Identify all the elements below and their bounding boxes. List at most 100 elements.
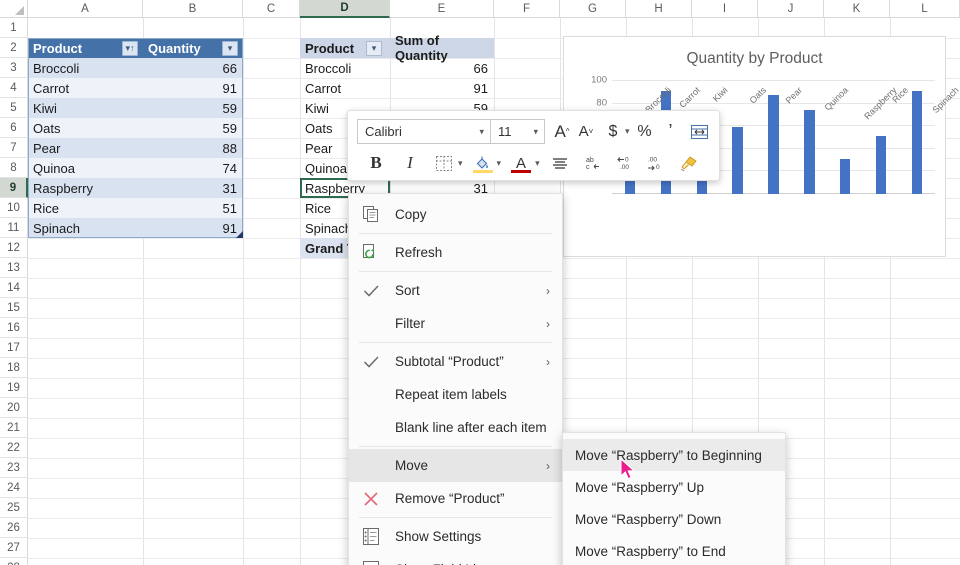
row-header-9[interactable]: 9	[0, 178, 28, 198]
menu-item-blank-line-after-each-item[interactable]: Blank line after each item	[349, 411, 562, 444]
row-header-28[interactable]: 28	[0, 558, 28, 565]
font-color-button[interactable]: A	[508, 150, 534, 176]
pivot-context-menu[interactable]: Copy Refresh Sort › Filter › Subtotal “Product…	[348, 193, 563, 565]
pivot-cell-product[interactable]: Broccoli	[300, 58, 390, 78]
column-header-c[interactable]: C	[243, 0, 300, 18]
svg-text:c: c	[586, 164, 590, 171]
menu-item-subtotal-product[interactable]: Subtotal “Product” ›	[349, 345, 562, 378]
increase-decimal-button[interactable]: .00 0	[644, 150, 670, 176]
menu-item-refresh[interactable]: Refresh	[349, 236, 562, 269]
comma-style-button[interactable]: ’	[660, 119, 682, 145]
fill-handle[interactable]	[236, 231, 243, 238]
row-header-24[interactable]: 24	[0, 478, 28, 498]
chart-bar[interactable]	[768, 94, 779, 194]
row-header-25[interactable]: 25	[0, 498, 28, 518]
pivot-cell-sum[interactable]: 91	[390, 78, 494, 98]
italic-button[interactable]: I	[399, 150, 421, 176]
move-submenu[interactable]: Move “Raspberry” to Beginning Move “Raspb…	[562, 432, 786, 565]
row-header-15[interactable]: 15	[0, 298, 28, 318]
row-header-4[interactable]: 4	[0, 78, 28, 98]
row-header-20[interactable]: 20	[0, 398, 28, 418]
row-header-14[interactable]: 14	[0, 278, 28, 298]
column-header-f[interactable]: F	[494, 0, 560, 18]
row-header-23[interactable]: 23	[0, 458, 28, 478]
row-header-18[interactable]: 18	[0, 358, 28, 378]
grow-font-button[interactable]: A ^	[551, 119, 573, 145]
chevron-down-icon[interactable]: ▾	[458, 150, 463, 176]
font-name-combobox[interactable]: Calibri ▾	[357, 119, 491, 144]
menu-item-copy[interactable]: Copy	[349, 198, 562, 231]
submenu-item-3[interactable]: Move “Raspberry” Down	[563, 503, 785, 535]
row-header-19[interactable]: 19	[0, 378, 28, 398]
menu-item-remove-product[interactable]: Remove “Product”	[349, 482, 562, 515]
row-header-16[interactable]: 16	[0, 318, 28, 338]
pivot-filter-button[interactable]: ▾	[366, 41, 382, 56]
chevron-down-icon[interactable]: ▾	[535, 150, 540, 176]
fill-color-button[interactable]	[470, 150, 496, 176]
settings-panel-icon	[361, 527, 381, 547]
row-header-5[interactable]: 5	[0, 98, 28, 118]
row-header-13[interactable]: 13	[0, 258, 28, 278]
column-header-e[interactable]: E	[390, 0, 494, 18]
decrease-decimal-button[interactable]: 0 .00	[614, 150, 640, 176]
bold-button[interactable]: B	[365, 150, 387, 176]
row-header-2[interactable]: 2	[0, 38, 28, 58]
font-size-combobox[interactable]: 11 ▾	[491, 119, 545, 144]
row-header-27[interactable]: 27	[0, 538, 28, 558]
format-painter-button[interactable]	[676, 150, 702, 176]
column-header-a[interactable]: A	[28, 0, 143, 18]
borders-button[interactable]	[431, 150, 457, 176]
row-header-7[interactable]: 7	[0, 138, 28, 158]
row-header-17[interactable]: 17	[0, 338, 28, 358]
column-header-i[interactable]: I	[692, 0, 758, 18]
submenu-item-1[interactable]: Move “Raspberry” to Beginning	[563, 439, 785, 471]
align-button[interactable]	[547, 150, 573, 176]
row-header-1[interactable]: 1	[0, 18, 28, 38]
column-header-g[interactable]: G	[560, 0, 626, 18]
row-header-10[interactable]: 10	[0, 198, 28, 218]
chevron-right-icon: ›	[546, 354, 550, 369]
mini-toolbar[interactable]: Calibri ▾ 11 ▾ A ^ A ˅ $ ▾ % ’ B I ▾ ▾ A…	[347, 110, 720, 181]
column-header-l[interactable]: L	[890, 0, 960, 18]
column-header-h[interactable]: H	[626, 0, 692, 18]
row-header-22[interactable]: 22	[0, 438, 28, 458]
accounting-format-button[interactable]: $	[602, 119, 624, 145]
select-all-corner[interactable]	[0, 0, 28, 18]
chart-bar[interactable]	[804, 110, 815, 194]
percent-style-button[interactable]: %	[634, 119, 656, 145]
wrap-text-button[interactable]: ab c	[581, 150, 607, 176]
column-header-d[interactable]: D	[300, 0, 390, 18]
pivot-cell-product[interactable]: Carrot	[300, 78, 390, 98]
row-header-3[interactable]: 3	[0, 58, 28, 78]
menu-item-move[interactable]: Move ›	[349, 449, 562, 482]
format-cells-button[interactable]	[687, 119, 713, 145]
row-header-12[interactable]: 12	[0, 238, 28, 258]
none	[361, 456, 381, 476]
column-header-j[interactable]: J	[758, 0, 824, 18]
chart-bar[interactable]	[732, 127, 743, 194]
menu-item-sort[interactable]: Sort ›	[349, 274, 562, 307]
submenu-item-2[interactable]: Move “Raspberry” Up	[563, 471, 785, 503]
chevron-down-icon[interactable]: ▾	[497, 150, 502, 176]
shrink-font-button[interactable]: A ˅	[575, 119, 597, 145]
menu-item-show-field-list[interactable]: Show Field List	[349, 553, 562, 565]
row-header-8[interactable]: 8	[0, 158, 28, 178]
pivot-cell-sum[interactable]: 66	[390, 58, 494, 78]
chart-bar[interactable]	[840, 158, 851, 194]
chart-bar[interactable]	[911, 91, 923, 194]
fill-color-swatch	[472, 170, 493, 173]
column-header-k[interactable]: K	[824, 0, 890, 18]
menu-item-show-settings[interactable]: Show Settings	[349, 520, 562, 553]
menu-item-repeat-item-labels[interactable]: Repeat item labels	[349, 378, 562, 411]
column-header-b[interactable]: B	[143, 0, 243, 18]
chevron-right-icon: ›	[546, 458, 550, 473]
row-header-11[interactable]: 11	[0, 218, 28, 238]
menu-item-filter[interactable]: Filter ›	[349, 307, 562, 340]
chevron-down-icon[interactable]: ▾	[625, 119, 630, 145]
row-header-6[interactable]: 6	[0, 118, 28, 138]
submenu-item-4[interactable]: Move “Raspberry” to End	[563, 535, 785, 565]
chevron-right-icon: ›	[546, 283, 550, 298]
row-header-21[interactable]: 21	[0, 418, 28, 438]
row-header-26[interactable]: 26	[0, 518, 28, 538]
chart-bar[interactable]	[875, 136, 887, 194]
